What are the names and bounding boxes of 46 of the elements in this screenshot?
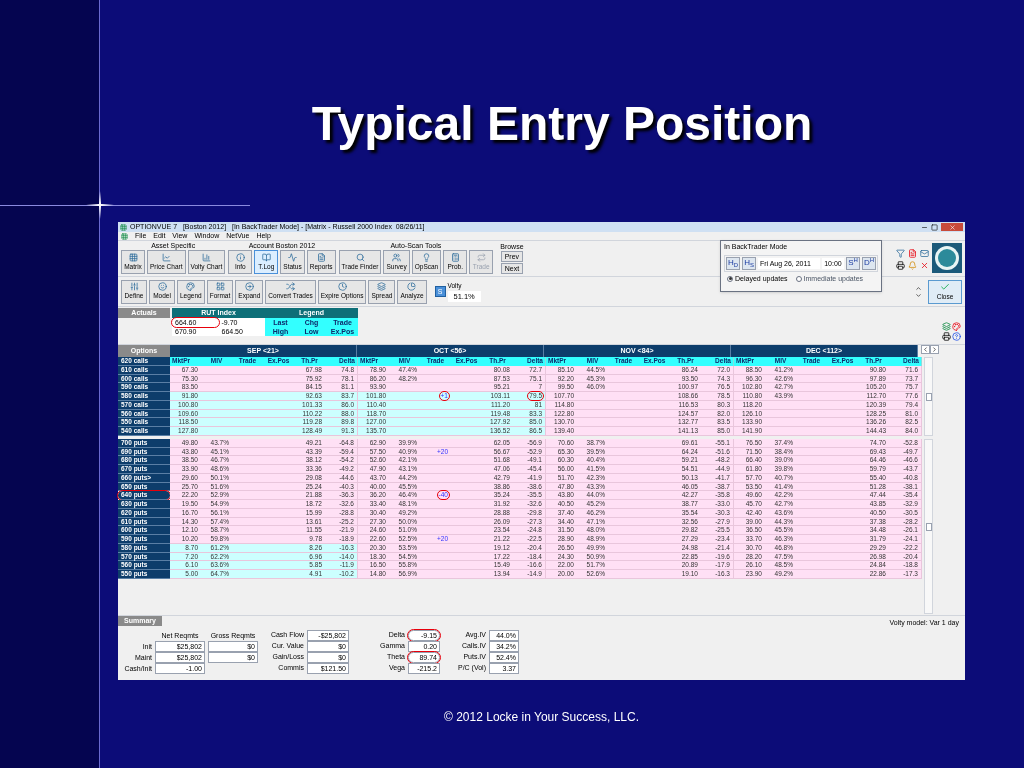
delete-icon[interactable] xyxy=(920,261,929,270)
calculator-icon xyxy=(450,252,460,262)
mail-icon[interactable] xyxy=(920,249,929,258)
shuffle-icon xyxy=(286,282,296,292)
maximize-icon[interactable] xyxy=(931,223,938,231)
radio-button[interactable] xyxy=(727,275,733,282)
logo-icon xyxy=(932,243,962,273)
printer-icon[interactable] xyxy=(896,261,905,270)
clock-icon xyxy=(337,282,347,292)
bar-chart-icon xyxy=(201,252,211,262)
face-icon xyxy=(157,282,167,292)
filter-icon[interactable] xyxy=(896,249,905,258)
repeat-icon xyxy=(476,252,486,262)
palette-icon[interactable] xyxy=(952,322,961,331)
printer-icon[interactable] xyxy=(942,332,951,341)
slide-footer: © 2012 Locke in Your Success, LLC. xyxy=(118,708,965,726)
search-icon xyxy=(355,252,365,262)
scrollbar[interactable] xyxy=(924,439,933,614)
layout-icon xyxy=(215,282,225,292)
step-button[interactable]: H$_{S}$ xyxy=(742,256,756,270)
line-chart-icon xyxy=(161,252,171,262)
document-icon[interactable] xyxy=(908,249,917,258)
people-icon xyxy=(392,252,402,262)
radio-button[interactable] xyxy=(795,275,802,282)
info-icon xyxy=(235,252,245,262)
close-window-button[interactable] xyxy=(941,223,963,231)
palette-icon xyxy=(186,282,196,292)
bell-icon[interactable] xyxy=(908,261,917,270)
grid-icon xyxy=(128,252,138,262)
scroll-right-icon[interactable] xyxy=(930,345,939,354)
scroll-left-icon[interactable] xyxy=(921,345,930,354)
step-button[interactable]: H$_{D}$ xyxy=(726,256,741,270)
step-button[interactable]: S$^{H}$ xyxy=(846,256,860,270)
document-icon xyxy=(316,252,326,262)
slide-title: Typical Entry Position xyxy=(310,96,814,148)
scrollbar[interactable] xyxy=(924,357,933,436)
step-button[interactable]: D$^{H}$ xyxy=(861,256,876,270)
check-icon xyxy=(940,281,950,292)
pie-chart-icon xyxy=(407,282,417,292)
layers-icon xyxy=(377,282,387,292)
book-icon xyxy=(261,252,271,262)
lightbulb-icon xyxy=(421,252,431,262)
activity-icon xyxy=(288,252,298,262)
help-icon[interactable] xyxy=(952,332,961,341)
close-icon xyxy=(948,223,956,231)
sliders-icon xyxy=(129,282,139,292)
